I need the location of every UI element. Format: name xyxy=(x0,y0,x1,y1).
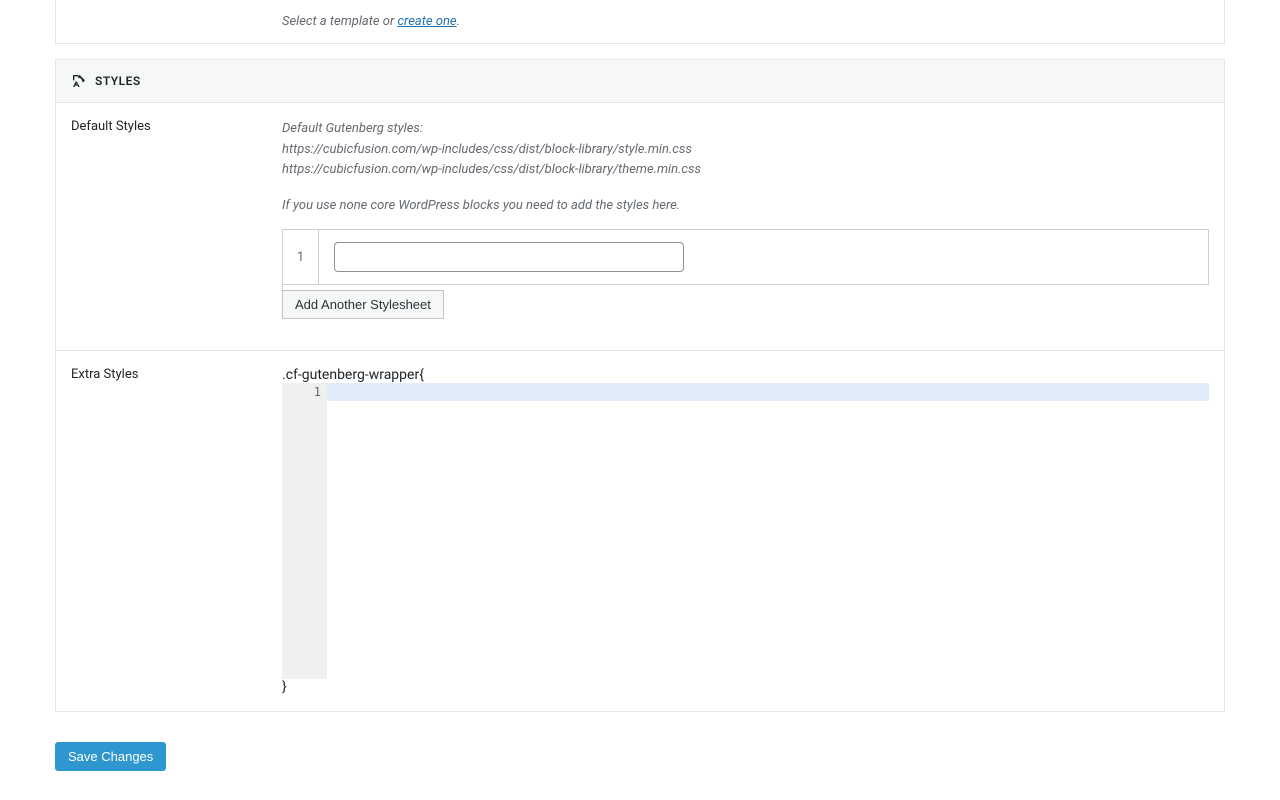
stylesheet-url-input[interactable] xyxy=(334,242,684,272)
code-body[interactable] xyxy=(327,383,1209,679)
template-panel-bottom: Select a template or create one. xyxy=(55,0,1225,44)
styles-panel: STYLES Default Styles Default Gutenberg … xyxy=(55,59,1225,712)
styles-icon xyxy=(71,73,87,89)
create-template-link[interactable]: create one xyxy=(397,14,456,29)
desc-line1: Default Gutenberg styles: xyxy=(282,119,1209,139)
table-row: 1 xyxy=(283,230,1209,285)
extra-styles-row: Extra Styles .cf-gutenberg-wrapper{ 1 } xyxy=(56,351,1224,711)
template-helper: Select a template or create one. xyxy=(282,14,460,29)
styles-panel-title: STYLES xyxy=(95,74,141,88)
css-wrapper-close: } xyxy=(282,679,1209,695)
desc-line2: https://cubicfusion.com/wp-includes/css/… xyxy=(282,140,1209,160)
row-number: 1 xyxy=(283,230,319,285)
default-styles-content: Default Gutenberg styles: https://cubicf… xyxy=(282,119,1224,334)
code-gutter: 1 xyxy=(282,383,327,679)
row-input-cell xyxy=(319,230,1209,285)
save-changes-button[interactable]: Save Changes xyxy=(55,742,166,771)
stylesheets-table: 1 xyxy=(282,229,1209,285)
default-styles-row: Default Styles Default Gutenberg styles:… xyxy=(56,103,1224,351)
extra-styles-label: Extra Styles xyxy=(56,367,282,695)
css-code-editor[interactable]: 1 xyxy=(282,383,1209,679)
desc-note: If you use none core WordPress blocks yo… xyxy=(282,196,1209,216)
gutter-line-1: 1 xyxy=(282,385,321,399)
template-helper-suffix: . xyxy=(457,14,460,29)
desc-line3: https://cubicfusion.com/wp-includes/css/… xyxy=(282,160,1209,180)
styles-panel-header: STYLES xyxy=(56,60,1224,103)
extra-styles-content: .cf-gutenberg-wrapper{ 1 } xyxy=(282,367,1224,695)
add-stylesheet-button[interactable]: Add Another Stylesheet xyxy=(282,290,444,319)
css-wrapper-open: .cf-gutenberg-wrapper{ xyxy=(282,367,1209,383)
template-helper-prefix: Select a template or xyxy=(282,14,397,29)
default-styles-label: Default Styles xyxy=(56,119,282,334)
default-styles-desc: Default Gutenberg styles: https://cubicf… xyxy=(282,119,1209,215)
code-active-line[interactable] xyxy=(327,383,1209,401)
